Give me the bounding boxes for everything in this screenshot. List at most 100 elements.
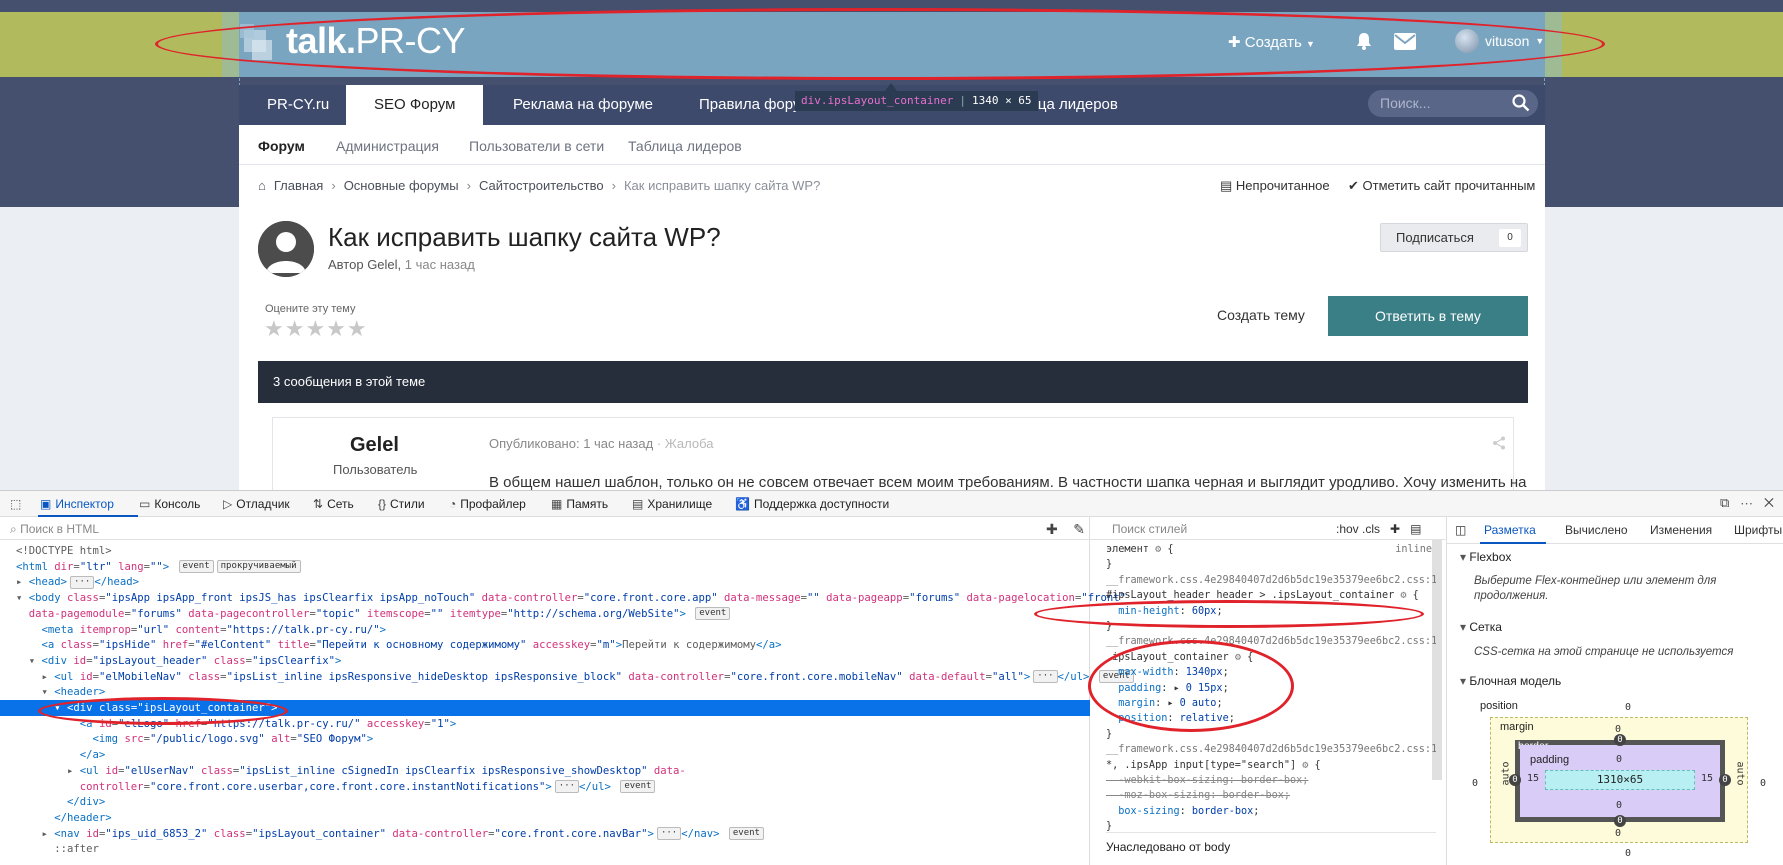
inherited-heading: Унаследовано от body [1106,840,1231,854]
html-node[interactable]: ▸ <ul id="elMobileNav" class="ipsList_in… [0,669,1134,685]
dock-icon[interactable]: ⧉ [1720,495,1729,510]
author-avatar[interactable] [258,221,314,277]
margin-right-value[interactable]: auto [1735,761,1746,785]
post-meta: Опубликовано: 1 час назад · Жалоба [489,436,714,451]
annotation-ellipse-selected-node [38,697,288,725]
subnav-leaderboard[interactable]: Таблица лидеров [628,138,742,154]
tab-advertising[interactable]: Реклама на форуме [485,85,681,125]
padding-bottom-value[interactable]: 0 [1616,800,1622,811]
border-top-value[interactable]: 0 [1614,734,1626,746]
position-left-value[interactable]: 0 [1472,778,1478,789]
css-rule-line[interactable]: элемент ⚙ {inline [1106,543,1436,557]
tab-pr-cy[interactable]: PR-CY.ru [239,85,357,125]
html-node[interactable]: <img src="/public/logo.svg" alt="SEO Фор… [0,731,1090,747]
css-rule-line[interactable]: } [1106,728,1436,742]
html-node[interactable]: ▸ <ul id="elUserNav" class="ipsList_inli… [0,763,1090,779]
html-node[interactable]: ▾ <body class="ipsApp ipsApp_front ipsJS… [0,590,1126,606]
add-node-icon[interactable]: ✚ [1046,521,1058,537]
border-bottom-value[interactable]: 0 [1614,815,1626,827]
css-rule-line[interactable]: -moz-box-sizing: border-box; [1106,789,1436,803]
tab-debugger[interactable]: ▷ Отладчик [223,494,290,514]
margin-left-value[interactable]: auto [1501,761,1512,785]
flexbox-section-header[interactable]: Flexbox [1460,550,1511,564]
subnav-administration[interactable]: Администрация [336,138,439,154]
add-rule-icon[interactable]: ✚ [1390,522,1400,536]
grid-section-header[interactable]: Сетка [1460,620,1502,634]
css-rule-line[interactable]: box-sizing: border-box; [1106,805,1436,819]
tab-storage[interactable]: ▤ Хранилище [632,494,712,514]
css-rule-line[interactable]: -webkit-box-sizing: border-box; [1106,774,1436,788]
html-node[interactable]: <html dir="ltr" lang=""> event прокручива… [0,559,1090,575]
sidebar-toggle-icon[interactable]: ◫ [1455,523,1466,537]
html-node[interactable]: ▸ <nav id="ips_uid_6853_2" class="ipsLay… [0,826,1090,842]
tab-computed[interactable]: Вычислено [1565,523,1628,537]
print-icon[interactable]: ▤ [1410,522,1421,536]
html-node[interactable]: ▾ <div id="ipsLayout_header" class="ipsC… [0,653,1090,669]
styles-tools[interactable]: :hov .cls ✚ ▤ [1336,518,1421,540]
author-link[interactable]: Gelel [367,257,397,272]
tab-seo-forum[interactable]: SEO Форум [346,85,484,125]
mark-read-link[interactable]: ✔ Отметить сайт прочитанным [1348,178,1535,194]
debugger-icon: ▷ [223,497,233,511]
html-node[interactable]: </div> [0,794,1090,810]
create-topic-button[interactable]: Создать тему [1217,307,1305,323]
html-node[interactable]: <a class="ipsHide" href="#elContent" tit… [0,637,1090,653]
section-divider [1106,832,1436,833]
boxmodel-content[interactable]: 1310×65 [1545,770,1695,790]
css-rule-line[interactable]: } [1106,558,1436,572]
pseudo-class-toggles[interactable]: :hov .cls [1336,522,1380,536]
unread-link[interactable]: ▤ Непрочитанное [1220,178,1330,194]
rating-stars[interactable]: ★★★★★ [264,316,368,342]
breadcrumb-current: Как исправить шапку сайта WP? [623,178,821,193]
tab-memory[interactable]: ▦ Память [551,494,608,514]
padding-left-value[interactable]: 15 [1527,773,1539,784]
tab-styles[interactable]: {} Стили [378,494,425,514]
element-picker-icon[interactable]: ⬚ [10,494,21,514]
share-icon[interactable] [1492,436,1506,450]
tab-profiler[interactable]: ◔ Профайлер [449,494,526,514]
breadcrumb-site-building[interactable]: Сайтостроительство [479,178,604,193]
html-node[interactable]: </a> [0,747,1090,763]
eyedropper-icon[interactable]: ✎ [1073,521,1085,537]
margin-bottom-value[interactable]: 0 [1615,828,1621,839]
html-node[interactable]: </header> [0,810,1090,826]
search-icon[interactable] [1512,94,1530,112]
tab-layout[interactable]: Разметка [1484,523,1536,537]
html-node[interactable]: ::after [0,841,1090,857]
subnav-forum[interactable]: Форум [258,138,305,154]
border-right-value[interactable]: 0 [1719,774,1731,786]
breadcrumb-home[interactable]: Главная [274,178,323,193]
post-author[interactable]: Gelel [350,434,399,457]
close-icon[interactable]: ✕ [1764,495,1774,510]
html-node[interactable]: data-pagemodule="forums" data-pagecontro… [0,606,1090,622]
html-node[interactable]: ▸ <head> ··· </head> [0,574,1090,590]
position-top-value[interactable]: 0 [1625,702,1631,713]
padding-right-value[interactable]: 15 [1701,773,1713,784]
memory-icon: ▦ [551,497,563,511]
html-node[interactable]: controller="core.front.core.userbar,core… [0,779,1090,795]
tab-console[interactable]: ▭ Консоль [139,494,200,514]
html-search-input[interactable]: ⌕ Поиск в HTML [0,518,1090,540]
tab-fonts[interactable]: Шрифты [1734,523,1782,537]
tab-inspector[interactable]: ▣ Инспектор [40,494,114,514]
tab-changes[interactable]: Изменения [1650,523,1712,537]
html-node[interactable]: <!DOCTYPE html> [0,543,1090,559]
home-icon: ⌂ [258,178,266,193]
padding-top-value[interactable]: 0 [1616,754,1622,765]
tab-network[interactable]: ⇅ Сеть [313,494,354,514]
css-source-link[interactable]: __framework.css.4e29840407d2d6b5dc19e353… [1106,743,1436,757]
position-right-value[interactable]: 0 [1760,778,1766,789]
author-prefix: Автор [328,257,364,272]
position-bottom-value[interactable]: 0 [1625,848,1631,859]
reply-button[interactable]: Ответить в тему [1328,296,1528,336]
css-source-link[interactable]: __framework.css.4e29840407d2d6b5dc19e353… [1106,574,1436,588]
report-link[interactable]: Жалоба [665,436,714,451]
html-node[interactable]: <meta itemprop="url" content="https://ta… [0,622,1090,638]
more-options-icon[interactable]: ⋯ [1740,495,1753,510]
tab-accessibility[interactable]: ♿ Поддержка доступности [735,494,889,514]
breadcrumb-main-forums[interactable]: Основные форумы [344,178,459,193]
subnav-online-users[interactable]: Пользователи в сети [469,138,604,154]
css-rule-line[interactable]: *, .ipsApp input[type="search"] ⚙ { [1106,759,1436,773]
devtools-window-controls[interactable]: ⧉ ⋯ ✕ [1720,495,1774,511]
boxmodel-section-header[interactable]: Блочная модель [1460,674,1561,688]
